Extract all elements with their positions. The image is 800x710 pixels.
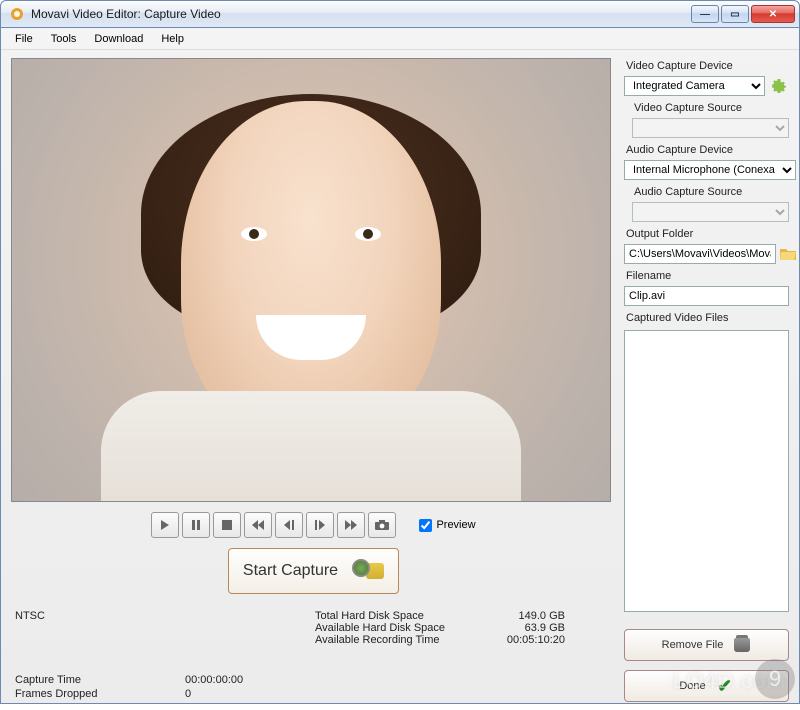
captured-files-label: Captured Video Files xyxy=(626,312,789,324)
audio-source-label: Audio Capture Source xyxy=(634,186,789,198)
menubar: File Tools Download Help xyxy=(1,28,799,50)
menu-tools[interactable]: Tools xyxy=(43,30,85,48)
video-device-settings-button[interactable] xyxy=(769,76,789,96)
pause-button[interactable] xyxy=(182,512,210,538)
browse-folder-button[interactable] xyxy=(780,244,796,264)
avail-rec-value: 00:05:10:20 xyxy=(475,634,565,646)
audio-device-select[interactable]: Internal Microphone (Conexa xyxy=(624,160,796,180)
filename-input[interactable] xyxy=(624,286,789,306)
minimize-button[interactable]: — xyxy=(691,5,719,23)
filename-label: Filename xyxy=(626,270,789,282)
play-button[interactable] xyxy=(151,512,179,538)
gear-icon xyxy=(771,78,787,94)
video-device-label: Video Capture Device xyxy=(626,60,789,72)
trash-icon xyxy=(733,636,751,654)
audio-device-label: Audio Capture Device xyxy=(626,144,789,156)
menu-help[interactable]: Help xyxy=(153,30,192,48)
ntsc-label: NTSC xyxy=(15,610,45,622)
capture-time-label: Capture Time xyxy=(15,674,185,686)
start-capture-label: Start Capture xyxy=(243,562,338,580)
done-label: Done xyxy=(679,680,705,692)
window-title: Movavi Video Editor: Capture Video xyxy=(31,7,691,21)
start-capture-button[interactable]: Start Capture xyxy=(228,548,399,594)
captured-files-list[interactable] xyxy=(624,330,789,612)
camcorder-icon xyxy=(352,559,384,583)
close-button[interactable]: ✕ xyxy=(751,5,795,23)
preview-checkbox-label: Preview xyxy=(436,519,475,531)
snapshot-button[interactable] xyxy=(368,512,396,538)
avail-disk-label: Available Hard Disk Space xyxy=(315,622,475,634)
avail-disk-value: 63.9 GB xyxy=(475,622,565,634)
app-icon xyxy=(9,6,25,22)
preview-checkbox[interactable]: Preview xyxy=(419,519,475,532)
total-disk-value: 149.0 GB xyxy=(475,610,565,622)
left-column: Preview Start Capture NTSC Total xyxy=(11,58,616,702)
step-forward-button[interactable] xyxy=(306,512,334,538)
video-preview xyxy=(11,58,611,502)
avail-rec-label: Available Recording Time xyxy=(315,634,475,646)
output-folder-label: Output Folder xyxy=(626,228,789,240)
window-body: File Tools Download Help xyxy=(0,28,800,704)
total-disk-label: Total Hard Disk Space xyxy=(315,610,475,622)
video-device-select[interactable]: Integrated Camera xyxy=(624,76,765,96)
preview-checkbox-input[interactable] xyxy=(419,519,432,532)
menu-file[interactable]: File xyxy=(7,30,41,48)
rewind-button[interactable] xyxy=(244,512,272,538)
frames-dropped-label: Frames Dropped xyxy=(15,688,185,700)
frames-dropped-value: 0 xyxy=(185,688,285,700)
audio-source-select xyxy=(632,202,789,222)
capture-time-value: 00:00:00:00 xyxy=(185,674,285,686)
window-buttons: — ▭ ✕ xyxy=(691,5,795,23)
stop-button[interactable] xyxy=(213,512,241,538)
remove-file-label: Remove File xyxy=(662,639,724,651)
output-folder-input[interactable] xyxy=(624,244,776,264)
titlebar: Movavi Video Editor: Capture Video — ▭ ✕ xyxy=(0,0,800,28)
main-area: Preview Start Capture NTSC Total xyxy=(1,50,799,710)
done-button[interactable]: Done ✔ xyxy=(624,670,789,702)
playback-controls: Preview xyxy=(11,512,616,538)
remove-file-button[interactable]: Remove File xyxy=(624,629,789,661)
status-area: NTSC Total Hard Disk Space149.0 GB Avail… xyxy=(11,606,616,702)
video-source-select xyxy=(632,118,789,138)
right-panel: Video Capture Device Integrated Camera V… xyxy=(624,58,789,702)
maximize-button[interactable]: ▭ xyxy=(721,5,749,23)
check-icon: ✔ xyxy=(716,677,734,695)
menu-download[interactable]: Download xyxy=(86,30,151,48)
fast-forward-button[interactable] xyxy=(337,512,365,538)
video-source-label: Video Capture Source xyxy=(634,102,789,114)
folder-icon xyxy=(780,247,796,261)
step-back-button[interactable] xyxy=(275,512,303,538)
